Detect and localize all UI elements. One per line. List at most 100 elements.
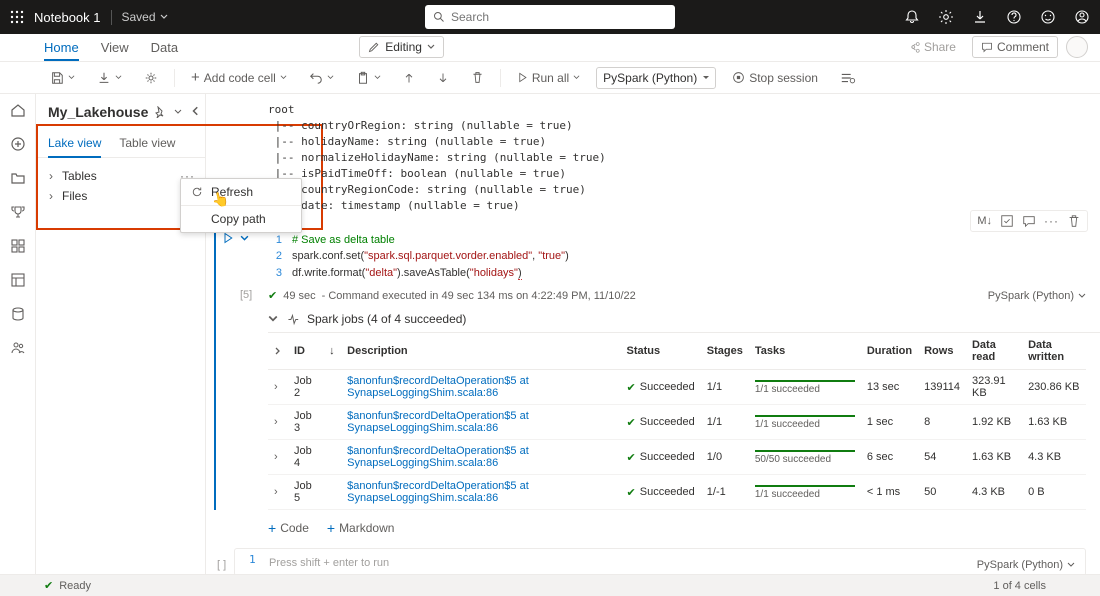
lakehouse-panel: My_Lakehouse Lake view Table view ›Table… <box>36 94 206 574</box>
folder-icon[interactable] <box>10 170 26 186</box>
presence-avatar[interactable] <box>1066 36 1088 58</box>
save-icon <box>50 71 64 85</box>
chevron-right-icon[interactable]: › <box>274 486 278 498</box>
tree-item-files[interactable]: ›Files <box>46 186 195 206</box>
add-code-cell-button[interactable]: +Add code cell <box>185 67 293 88</box>
collapse-panel-button[interactable] <box>191 106 201 116</box>
move-down-button[interactable] <box>431 69 455 87</box>
arrow-up-icon <box>403 72 415 84</box>
ribbon: Home View Data Editing Share Comment <box>0 34 1100 62</box>
code-editor[interactable]: 1# Save as delta table 2spark.conf.set("… <box>268 228 1100 286</box>
delete-cell-button[interactable] <box>465 68 490 87</box>
output-icon[interactable] <box>1000 214 1014 228</box>
clipboard-button[interactable] <box>350 68 387 88</box>
people-icon[interactable] <box>10 340 26 356</box>
search-box[interactable] <box>425 5 675 29</box>
exec-status: ✔ 49 sec - Command executed in 49 sec 13… <box>268 285 1100 306</box>
download-button[interactable] <box>91 68 128 88</box>
cell-kernel-select[interactable]: PySpark (Python) <box>977 559 1075 571</box>
settings-button[interactable] <box>138 68 164 88</box>
add-code-button[interactable]: +Code <box>268 520 309 536</box>
share-button[interactable]: Share <box>900 36 964 58</box>
more-icon[interactable]: ··· <box>1044 214 1059 228</box>
layout-icon[interactable] <box>10 272 26 288</box>
spark-jobs-table: ID ↓ Description Status Stages Tasks Dur… <box>268 333 1086 510</box>
ctx-refresh[interactable]: Refresh <box>181 179 301 205</box>
tab-home[interactable]: Home <box>44 40 79 61</box>
chevron-right-icon[interactable]: › <box>274 381 278 393</box>
comment-icon <box>981 41 993 53</box>
top-bar: Notebook 1 Saved <box>0 0 1100 34</box>
job-link[interactable]: $anonfun$recordDeltaOperation$5 at Synap… <box>347 480 529 504</box>
empty-code-cell[interactable]: [ ] 1 Press shift + enter to run PySpark… <box>234 548 1086 574</box>
pin-icon[interactable] <box>154 106 166 118</box>
move-up-button[interactable] <box>397 69 421 87</box>
account-icon[interactable] <box>1074 9 1090 25</box>
run-cell-button[interactable] <box>222 232 234 244</box>
add-markdown-button[interactable]: +Markdown <box>327 520 395 536</box>
tab-data[interactable]: Data <box>151 40 178 61</box>
spark-jobs-header[interactable]: Spark jobs (4 of 4 succeeded) <box>268 306 1100 333</box>
editing-mode-button[interactable]: Editing <box>359 36 444 58</box>
cell-kernel-select[interactable]: PySpark (Python) <box>988 290 1100 302</box>
exec-count: [5] <box>240 289 252 301</box>
context-menu: Refresh Copy path <box>180 178 302 233</box>
exec-count: [ ] <box>217 559 226 571</box>
chevron-down-icon[interactable] <box>174 108 182 116</box>
stop-icon <box>732 71 745 84</box>
refresh-icon <box>191 186 203 198</box>
markdown-toggle[interactable]: M↓ <box>977 215 992 227</box>
tab-view[interactable]: View <box>101 40 129 61</box>
status-bar: ✔ Ready 1 of 4 cells <box>0 574 1100 596</box>
tab-table-view[interactable]: Table view <box>119 130 175 157</box>
cell-dropdown[interactable] <box>240 234 249 243</box>
share-icon <box>908 41 920 53</box>
tree-item-tables[interactable]: ›Tables··· <box>46 166 195 186</box>
job-link[interactable]: $anonfun$recordDeltaOperation$5 at Synap… <box>347 375 529 399</box>
list-gear-icon <box>840 71 856 85</box>
save-status[interactable]: Saved <box>122 10 168 24</box>
apps-icon[interactable] <box>10 10 24 24</box>
trash-icon[interactable] <box>1067 214 1081 228</box>
lakehouse-title: My_Lakehouse <box>48 104 148 120</box>
status-text: Ready <box>59 580 91 592</box>
spark-icon <box>286 313 299 326</box>
undo-button[interactable] <box>303 68 340 88</box>
chevron-right-icon[interactable]: › <box>274 451 278 463</box>
job-link[interactable]: $anonfun$recordDeltaOperation$5 at Synap… <box>347 445 529 469</box>
add-icon[interactable] <box>10 136 26 152</box>
tab-lake-view[interactable]: Lake view <box>48 130 101 158</box>
app-icon[interactable] <box>10 238 26 254</box>
job-link[interactable]: $anonfun$recordDeltaOperation$5 at Synap… <box>347 410 529 434</box>
save-button[interactable] <box>44 68 81 88</box>
run-all-button[interactable]: Run all <box>511 68 586 88</box>
gear-icon[interactable] <box>938 9 954 25</box>
chevron-down-icon[interactable] <box>268 314 278 324</box>
download-icon[interactable] <box>972 9 988 25</box>
home-icon[interactable] <box>10 102 26 118</box>
session-options-button[interactable] <box>834 68 862 88</box>
download-icon <box>97 71 111 85</box>
arrow-down-icon <box>437 72 449 84</box>
status-ok-icon: ✔ <box>44 579 53 592</box>
chevron-right-icon[interactable]: › <box>274 416 278 428</box>
stop-session-button[interactable]: Stop session <box>726 68 824 88</box>
comment-icon[interactable] <box>1022 214 1036 228</box>
ctx-copy-path[interactable]: Copy path <box>181 206 301 232</box>
database-icon[interactable] <box>10 306 26 322</box>
feedback-icon[interactable] <box>1040 9 1056 25</box>
bell-icon[interactable] <box>904 9 920 25</box>
toolbar: +Add code cell Run all PySpark (Python) … <box>0 62 1100 94</box>
table-row: ›Job 4$anonfun$recordDeltaOperation$5 at… <box>268 440 1086 475</box>
help-icon[interactable] <box>1006 9 1022 25</box>
code-cell: M↓ ··· 1# Save as delta table 2spark.con… <box>206 228 1100 511</box>
cell-toolbar: M↓ ··· <box>970 210 1088 232</box>
notebook-name[interactable]: Notebook 1 <box>34 10 101 25</box>
gear-icon <box>144 71 158 85</box>
chevron-right-icon[interactable] <box>274 347 282 355</box>
search-input[interactable] <box>451 10 667 24</box>
undo-icon <box>309 71 323 85</box>
comment-button[interactable]: Comment <box>972 36 1058 58</box>
trophy-icon[interactable] <box>10 204 26 220</box>
kernel-select[interactable]: PySpark (Python) <box>596 67 716 89</box>
